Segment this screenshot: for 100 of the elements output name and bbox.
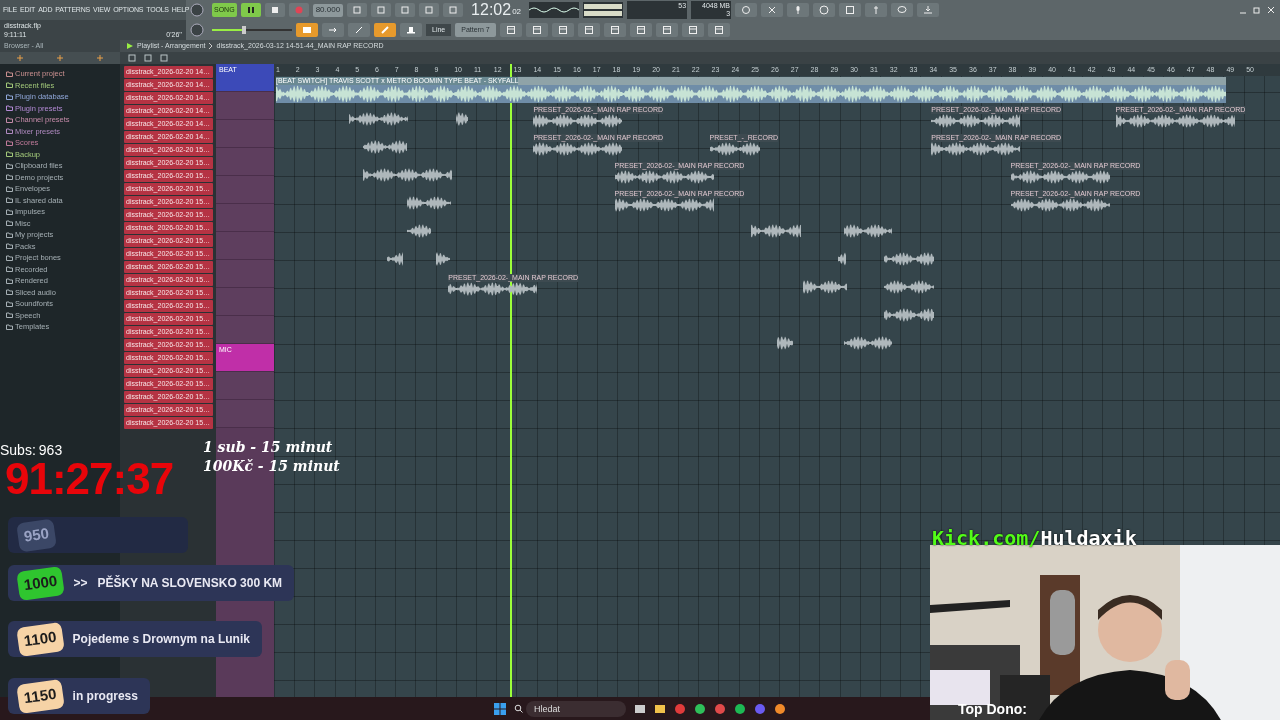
toolbar-button[interactable] [735,3,758,17]
track-header[interactable] [216,232,274,260]
toolbar-button[interactable] [371,3,392,17]
download-icon [923,5,934,15]
toolbar-button[interactable] [395,3,416,17]
knob-icon[interactable] [190,23,204,37]
level-meter [583,2,624,18]
toolbar-button[interactable] [577,23,600,37]
window-icon [583,25,594,35]
chevron-text: >> [73,575,88,592]
circle-icon[interactable] [714,702,726,715]
toolbar-button[interactable] [681,23,704,37]
toolbar-button[interactable] [865,3,888,17]
toolbar-button[interactable] [525,23,548,37]
window-icon [505,25,516,35]
window-icon[interactable] [634,702,646,715]
toolbar-button[interactable] [400,23,422,37]
toolbar-button[interactable] [787,3,810,17]
circle-icon[interactable] [734,702,746,715]
toolbar-button[interactable] [839,3,862,17]
track-header[interactable] [216,316,274,344]
track-header[interactable] [216,372,274,400]
square-icon [377,6,386,14]
track-header[interactable] [216,148,274,176]
circle-icon[interactable] [754,702,766,715]
toolbar-button[interactable] [374,23,396,37]
plus-icon[interactable] [16,54,24,62]
record-icon [294,6,303,14]
track-header[interactable] [216,176,274,204]
waveform-drawing [844,336,893,350]
toolbar-button[interactable] [891,3,914,17]
slider-drawing[interactable] [212,26,292,34]
song-time-fraction: 02 [512,6,522,18]
waveform-display [529,2,580,18]
toolbar-button[interactable] [813,3,836,17]
hat-icon [406,25,416,35]
circle-icon[interactable] [674,702,686,715]
windows-logo-icon[interactable] [494,702,506,715]
waveform-drawing [456,112,469,126]
goal-badge: 1000 [16,565,66,601]
waveform-drawing [751,224,802,238]
toolbar-button[interactable] [707,23,730,37]
song-time: 12:02 [471,2,512,18]
window-icon [713,25,724,35]
toolbar-button[interactable] [655,23,678,37]
track-header[interactable] [216,400,274,428]
pause-icon [246,6,255,14]
play-button[interactable] [240,3,261,17]
restore-icon[interactable] [1252,5,1262,15]
rate-text: 100Kč - 15 minut [203,457,340,476]
toolbar-button[interactable] [761,3,784,17]
stop-icon [270,6,279,14]
goal-text: PĚŠKY NA SLOVENSKO 300 KM [97,574,283,592]
track-header[interactable] [216,120,274,148]
goal-text: in progress [72,688,138,705]
knob-icon[interactable] [190,3,204,17]
circle-icon[interactable] [694,702,706,715]
search-field[interactable]: Hledat [526,700,626,717]
toolbar-button[interactable] [322,23,344,37]
cross-icon [767,5,778,15]
window-icon [635,25,646,35]
waveform-drawing [406,196,451,210]
goal-badge: 1100 [16,621,65,657]
waveform-drawing [349,112,409,126]
tempo-display[interactable]: 80.000 [312,3,344,17]
toolbar-button[interactable] [551,23,574,37]
close-icon[interactable] [1266,5,1276,15]
toolbar-button[interactable] [419,3,440,17]
toolbar-button[interactable] [443,3,464,17]
window-icon [661,25,672,35]
waveform-drawing [709,142,760,156]
waveform-drawing [883,280,934,294]
goal-badge: 1150 [16,678,65,714]
playlist-icon [126,42,134,50]
toolbar-button[interactable] [296,23,318,37]
track-header[interactable] [216,288,274,316]
chevron-icon [208,42,214,50]
toolbar-button[interactable] [917,3,940,17]
waveform-drawing [838,252,847,266]
arrow-icon [328,25,338,35]
stop-button[interactable] [264,3,285,17]
toolbar-button[interactable] [629,23,652,37]
track-header[interactable] [216,204,274,232]
top-donor-label: Top Dono: [958,700,1027,719]
waveform-drawing [436,252,451,266]
waveform-drawing [883,252,934,266]
square-icon [425,6,434,14]
square-icon [449,6,458,14]
folder-icon[interactable] [654,702,666,715]
toolbar-button[interactable] [347,3,368,17]
square-icon [401,6,410,14]
toolbar-button[interactable] [603,23,626,37]
toolbar-button[interactable] [499,23,522,37]
channel-name: Huldaxik [1040,525,1137,552]
track-header[interactable] [216,260,274,288]
track-header[interactable] [216,92,274,120]
waveform-drawing [883,308,934,322]
circle-icon[interactable] [774,702,786,715]
window-icon [531,25,542,35]
window-icon [609,25,620,35]
